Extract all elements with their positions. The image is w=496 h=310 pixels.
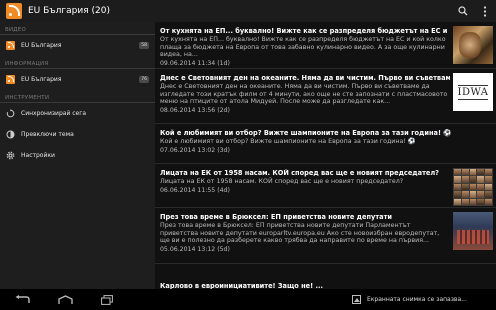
article-thumbnail [453,26,493,64]
article-date: 09.06.2014 11:34 (1d) [160,59,230,67]
app-title: EU България (20) [28,6,110,16]
drawer-item-theme[interactable]: Превключи тема [0,124,155,145]
drawer-item-settings[interactable]: Настройки [0,145,155,166]
action-bar: EU България (20) [0,0,496,22]
unread-count-badge: 76 [139,76,149,83]
notification-text: Екранната снимка се запазва... [367,296,467,303]
article-title: Лицата на ЕК от 1958 насам. КОЙ според в… [160,169,440,177]
list-item[interactable]: Днес е Световният ден на океаните. Няма … [155,69,496,124]
thumbnail-logo-text: IDWA [457,84,489,100]
article-description: Лицата на ЕК от 1958 насам. КОЙ според в… [160,178,404,185]
article-title: Днес е Световният ден на океаните. Няма … [160,74,450,82]
section-header-video: ВИДЕО [0,22,155,35]
list-item[interactable]: От кухнята на ЕП... буквално! Вижте как … [155,22,496,69]
drawer-item-label: Превключи тема [21,131,74,138]
drawer-item-label: EU България [21,76,62,83]
list-item[interactable]: Кой е любимият ви отбор? Вижте шампионит… [155,124,496,164]
drawer-item-sync[interactable]: Синхронизирай сега [0,103,155,124]
article-title-peek[interactable]: Карлово в евроинициативите! Защо не! ... [155,282,345,289]
system-navigation-bar: Екранната снимка се запазва... [0,289,496,310]
drawer-item-info-feed[interactable]: EU България 76 [0,69,155,90]
article-description: През това време в Брюксел: ЕП приветства… [160,222,440,244]
article-thumbnail [453,168,493,206]
rss-icon [6,41,15,50]
sync-icon [6,109,15,118]
article-title: През това време в Брюксел: ЕП приветства… [160,213,393,221]
back-icon[interactable] [2,289,44,310]
home-icon[interactable] [44,289,86,310]
drawer-item-label: Синхронизирай сега [21,110,87,117]
article-date: 08.06.2014 13:56 (2d) [160,106,230,114]
article-description: Кой е любимият ви отбор? Вижте шампионит… [160,138,416,145]
section-header-tools: ИНСТРУМЕНТИ [0,90,155,103]
article-thumbnail: IDWA [453,73,493,111]
search-icon[interactable] [452,0,474,22]
drawer-item-video-feed[interactable]: EU България 58 [0,35,155,56]
theme-icon [6,130,15,139]
gear-icon [6,151,15,160]
article-list[interactable]: От кухнята на ЕП... буквално! Вижте как … [155,22,496,289]
list-item[interactable]: През това време в Брюксел: ЕП приветства… [155,208,496,264]
article-thumbnail [453,212,493,250]
article-title: Кой е любимият ви отбор? Вижте шампионит… [160,129,452,137]
navigation-drawer: ВИДЕО EU България 58 ИНФОРМАЦИЯ EU Бълга… [0,22,155,289]
article-description: От кухнята на ЕП... буквално! Вижте как … [160,36,446,58]
drawer-item-label: Настройки [21,152,55,159]
rss-icon [6,75,15,84]
article-date: 05.06.2014 13:12 (5d) [160,245,230,253]
article-description: Днес е Световният ден на океаните. Няма … [160,83,448,105]
section-header-info: ИНФОРМАЦИЯ [0,56,155,69]
article-title: От кухнята на ЕП... буквално! Вижте как … [160,27,450,35]
recents-icon[interactable] [86,289,128,310]
image-icon [352,295,361,304]
unread-count-badge: 58 [139,42,149,49]
app-screen: EU България (20) ВИДЕО EU България 58 ИН… [0,0,496,310]
article-date: 06.06.2014 11:55 (4d) [160,186,230,194]
overflow-menu-icon[interactable] [474,0,496,22]
app-rss-icon[interactable] [6,3,22,19]
article-date: 07.06.2014 13:02 (3d) [160,146,230,154]
drawer-item-label: EU България [21,42,62,49]
status-notification[interactable]: Екранната снимка се запазва... [348,289,496,310]
list-item[interactable]: Лицата на ЕК от 1958 насам. КОЙ според в… [155,164,496,208]
